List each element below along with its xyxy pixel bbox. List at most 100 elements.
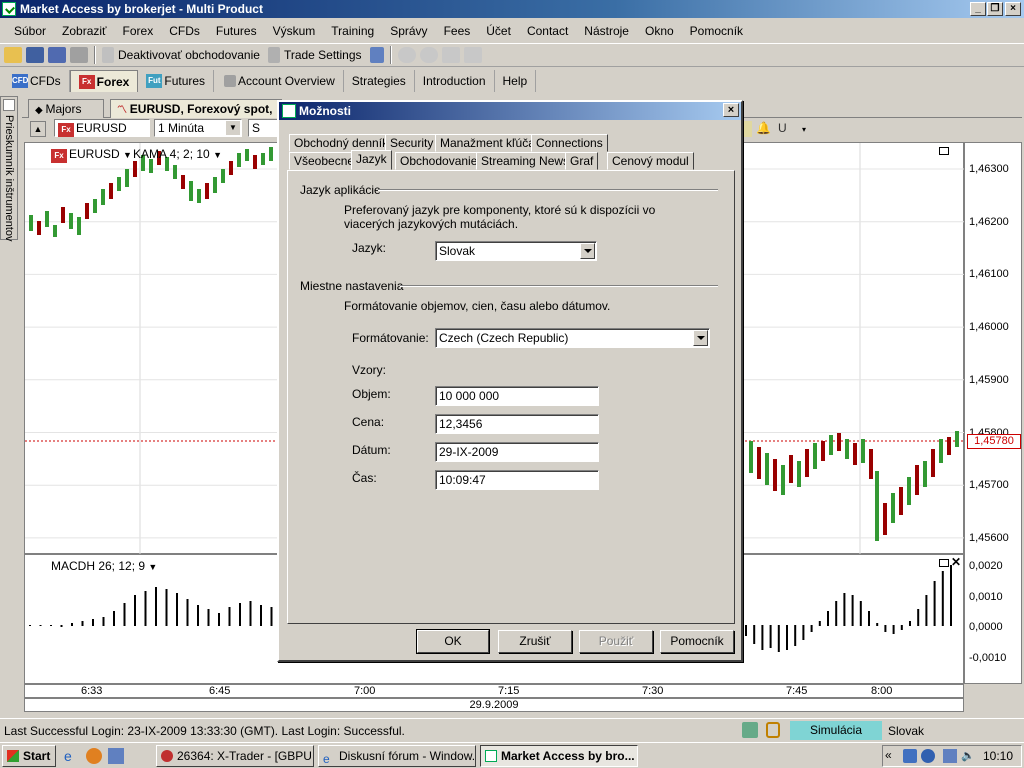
tab-account-overview[interactable]: Account Overview [214, 70, 344, 92]
taskbar-item-market-access[interactable]: Market Access by bro... [480, 745, 638, 767]
candle [173, 165, 177, 179]
tab-streaming-news[interactable]: Streaming News [476, 152, 575, 170]
indicator-legend[interactable]: KAMA 4; 2; 10 ▼ [133, 147, 222, 161]
home-icon[interactable] [441, 47, 460, 63]
cancel-button[interactable]: Zrušiť [498, 630, 572, 653]
check-icon[interactable] [369, 47, 384, 63]
interval-value: 1 Minúta [158, 121, 205, 135]
futures-icon: Fut [146, 74, 163, 88]
collapse-up-icon[interactable]: ▲ [30, 121, 46, 137]
chart-legend[interactable]: Fx EURUSD ▼ [51, 147, 132, 163]
menu-news[interactable]: Správy [382, 24, 435, 38]
language-select[interactable]: Slovak [435, 241, 597, 261]
chevron-down-icon[interactable]: ▼ [148, 562, 157, 572]
instrument-explorer-panel[interactable]: Prieskumník inštrumentov [0, 96, 18, 242]
tray-app-icon[interactable] [903, 749, 917, 763]
lock-icon[interactable] [766, 722, 780, 738]
menu-cfds[interactable]: CFDs [161, 24, 208, 38]
time-tick-label: 6:33 [81, 685, 103, 697]
tab-majors[interactable]: ◆ Majors [28, 99, 104, 118]
apply-button[interactable]: Použiť [579, 630, 653, 653]
close-pane-icon[interactable]: ✕ [951, 555, 961, 569]
tab-futures[interactable]: Fut Futures [138, 70, 215, 92]
tab-trading[interactable]: Obchodovanie [395, 152, 483, 170]
chevron-down-icon[interactable] [580, 243, 595, 259]
tab-strategies[interactable]: Strategies [344, 70, 415, 92]
open-folder-icon[interactable] [4, 47, 22, 63]
menu-training[interactable]: Training [323, 24, 382, 38]
back-icon[interactable] [397, 47, 416, 63]
menu-futures[interactable]: Futures [208, 24, 265, 38]
save-icon[interactable] [26, 47, 44, 63]
symbol-field[interactable]: Fx EURUSD [54, 119, 150, 137]
tab-introduction[interactable]: Introduction [415, 70, 495, 92]
menu-research[interactable]: Výskum [265, 24, 324, 38]
toolbar-icon[interactable] [742, 121, 752, 137]
tab-key-management[interactable]: Manažment kľúča [435, 134, 540, 152]
taskbar-item-forum[interactable]: e Diskusní fórum - Window... [318, 745, 476, 767]
time-sample-field: 10:09:47 [435, 470, 599, 490]
chrome-icon[interactable] [86, 748, 102, 764]
bell-icon[interactable]: 🔔 [756, 121, 771, 137]
ok-button[interactable]: OK [416, 629, 490, 654]
dialog-title-bar[interactable]: Možnosti × [279, 102, 741, 120]
restore-button[interactable]: ❐ [987, 2, 1003, 16]
close-button[interactable]: × [1005, 2, 1021, 16]
chart-type-select[interactable]: S [248, 119, 278, 137]
tab-forex[interactable]: Fx Forex [69, 70, 139, 92]
menu-contact[interactable]: Contact [519, 24, 576, 38]
save-all-icon[interactable] [48, 47, 66, 63]
maximize-pane-icon[interactable] [939, 147, 949, 155]
tab-language[interactable]: Jazyk [351, 150, 392, 170]
menu-account[interactable]: Účet [478, 24, 519, 38]
chevron-down-icon[interactable]: ▼ [213, 150, 222, 160]
format-select[interactable]: Czech (Czech Republic) [435, 328, 710, 348]
tab-cfds[interactable]: CFD CFDs [4, 70, 70, 92]
interval-select[interactable]: 1 Minúta ▼ [154, 119, 242, 137]
chevron-down-icon[interactable]: ▼ [123, 150, 132, 160]
chevron-down-icon[interactable]: ▼ [226, 121, 240, 135]
menu-help[interactable]: Pomocník [682, 24, 751, 38]
desktop-icon[interactable] [108, 748, 124, 764]
deactivate-trading-button[interactable]: Deaktivovať obchodovanie [118, 48, 260, 62]
menu-fees[interactable]: Fees [436, 24, 479, 38]
trade-settings-button[interactable]: Trade Settings [284, 48, 362, 62]
magnet-icon[interactable]: U [778, 121, 792, 137]
tray-app-icon[interactable] [921, 749, 935, 763]
tab-security[interactable]: Security [385, 134, 439, 152]
simulation-badge[interactable]: Simulácia [790, 721, 882, 740]
app-title-bar[interactable]: Market Access by brokerjet - Multi Produ… [0, 0, 1024, 18]
taskbar-item-xtrader[interactable]: 26364: X-Trader - [GBPU... [156, 745, 314, 767]
candle [53, 225, 57, 237]
menu-view[interactable]: Zobraziť [54, 24, 115, 38]
tab-eurusd-chart[interactable]: 〽 EURUSD, Forexový spot, [110, 99, 282, 118]
tab-chart[interactable]: Graf [565, 152, 599, 170]
volume-icon[interactable]: 🔈 [961, 749, 975, 763]
refresh-icon[interactable] [463, 47, 482, 63]
menu-file[interactable]: Súbor [6, 24, 54, 38]
minimize-button[interactable]: _ [970, 2, 986, 16]
ie-icon[interactable]: e [64, 748, 80, 764]
overflow-icon[interactable]: ▾ [802, 125, 812, 137]
tab-price-module[interactable]: Cenový modul [607, 152, 694, 170]
dialog-close-button[interactable]: × [723, 103, 739, 117]
menu-bar: Súbor Zobraziť Forex CFDs Futures Výskum… [0, 20, 1024, 42]
print-icon[interactable] [70, 47, 88, 63]
menu-forex[interactable]: Forex [115, 24, 162, 38]
menu-tools[interactable]: Nástroje [576, 24, 637, 38]
network-tray-icon[interactable] [943, 749, 957, 763]
chevron-down-icon[interactable] [693, 330, 708, 346]
maximize-pane-icon[interactable] [939, 559, 949, 567]
network-icon[interactable] [742, 722, 758, 738]
menu-window[interactable]: Okno [637, 24, 682, 38]
macd-legend[interactable]: MACDH 26; 12; 9 ▼ [51, 559, 157, 573]
tab-help[interactable]: Help [495, 70, 537, 92]
start-button[interactable]: Start [2, 745, 56, 767]
forward-icon[interactable] [419, 47, 438, 63]
tab-connections[interactable]: Connections [531, 134, 608, 152]
help-button[interactable]: Pomocník [660, 630, 734, 653]
tab-forex-label: Forex [96, 74, 130, 89]
tab-general[interactable]: Všeobecne [289, 152, 360, 170]
tray-expand-icon[interactable]: « [885, 748, 892, 762]
format-value: Czech (Czech Republic) [439, 331, 569, 345]
